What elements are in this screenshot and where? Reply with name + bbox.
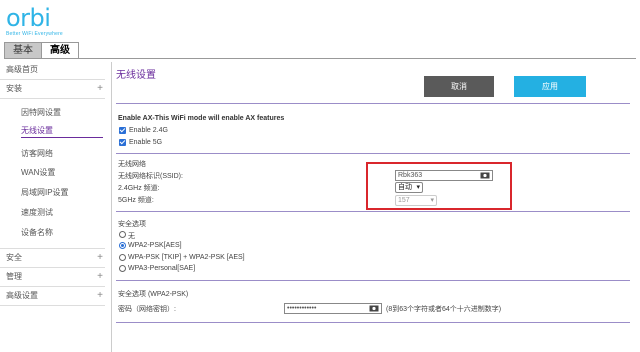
active-indicator [21,137,103,138]
ax-heading: Enable AX-This WiFi mode will enable AX … [118,115,285,122]
top-tabs: 基本 高级 [4,42,79,59]
sidebar-item-wan-setup[interactable]: WAN设置 [21,167,55,179]
divider [0,305,105,306]
divider [0,98,105,99]
wpa2-security-heading: 安全选项 (WPA2-PSK) [118,291,189,298]
eye-icon[interactable] [369,305,379,312]
divider [116,280,630,281]
sidebar-item-internet-setup[interactable]: 因特网设置 [21,107,61,119]
sidebar-item-speed-test[interactable]: 速度测试 [21,207,53,219]
divider [116,322,630,323]
divider [116,153,630,154]
sidebar-item-security[interactable]: 安全 + [6,252,105,264]
sidebar-item-advanced-home[interactable]: 高级首页 [6,64,105,76]
sidebar-item-label: 安全 [6,253,22,262]
wireless-network-heading: 无线网络 [118,161,146,168]
plus-icon[interactable]: + [97,252,103,264]
channel-5-label: 5GHz 频道: [118,197,154,204]
apply-button[interactable]: 应用 [514,76,586,97]
cancel-button[interactable]: 取消 [424,76,494,97]
security-wpa2-radio[interactable] [119,242,126,249]
password-value: •••••••••••• [287,305,317,312]
divider [0,79,105,80]
divider [0,267,105,268]
sidebar: 高级首页 安装 + 因特网设置 无线设置 访客网络 WAN设置 局域网IP设置 … [0,62,112,352]
divider [116,211,630,212]
logo-tagline: Better WiFi Everywhere [6,31,63,37]
orbi-logo: orbi Better WiFi Everywhere [6,6,63,37]
enable-5g-checkbox[interactable] [119,139,126,146]
logo-text: orbi [6,4,51,32]
plus-icon[interactable]: + [97,271,103,283]
password-label: 密码（网络密钥）: [118,306,176,313]
password-hint: (8到63个字符或者64个十六进制数字) [386,306,502,313]
channel-24-label: 2.4GHz 频道: [118,185,160,192]
divider [0,248,105,249]
password-input[interactable]: •••••••••••• [284,303,382,314]
divider [0,286,105,287]
sidebar-item-lan-ip-setup[interactable]: 局域网IP设置 [21,187,69,199]
plus-icon[interactable]: + [97,290,103,302]
security-wpa-wpa2-label: WPA-PSK [TKIP] + WPA2-PSK [AES] [128,254,245,261]
enable-24g-label: Enable 2.4G [129,127,168,134]
security-wpa3-label: WPA3-Personal[SAE] [128,265,196,272]
sidebar-item-guest-network[interactable]: 访客网络 [21,148,53,160]
sidebar-item-label: 安装 [6,84,22,93]
sidebar-item-wireless-setup[interactable]: 无线设置 [21,125,53,137]
tab-advanced[interactable]: 高级 [41,42,79,59]
tab-basic[interactable]: 基本 [4,42,41,59]
tabs-divider [4,58,636,59]
sidebar-item-management[interactable]: 管理 + [6,271,105,283]
security-wpa-wpa2-radio[interactable] [119,254,126,261]
security-wpa2-label: WPA2-PSK[AES] [128,242,182,249]
divider [116,103,630,104]
security-none-radio[interactable] [119,231,126,238]
page-title: 无线设置 [116,70,156,81]
sidebar-item-label: 高级首页 [6,65,38,74]
sidebar-item-setup[interactable]: 安装 + [6,83,105,95]
sidebar-item-label: 高级设置 [6,291,38,300]
ssid-label: 无线网络标识(SSID): [118,173,183,180]
sidebar-item-advanced-settings[interactable]: 高级设置 + [6,290,105,302]
security-options-heading: 安全选项 [118,221,146,228]
enable-24g-checkbox[interactable] [119,127,126,134]
plus-icon[interactable]: + [97,83,103,95]
enable-5g-label: Enable 5G [129,139,163,146]
highlight-box [366,162,512,210]
security-wpa3-radio[interactable] [119,265,126,272]
sidebar-item-label: 管理 [6,272,22,281]
sidebar-item-device-name[interactable]: 设备名称 [21,227,53,239]
security-none-label: 无 [128,233,135,240]
